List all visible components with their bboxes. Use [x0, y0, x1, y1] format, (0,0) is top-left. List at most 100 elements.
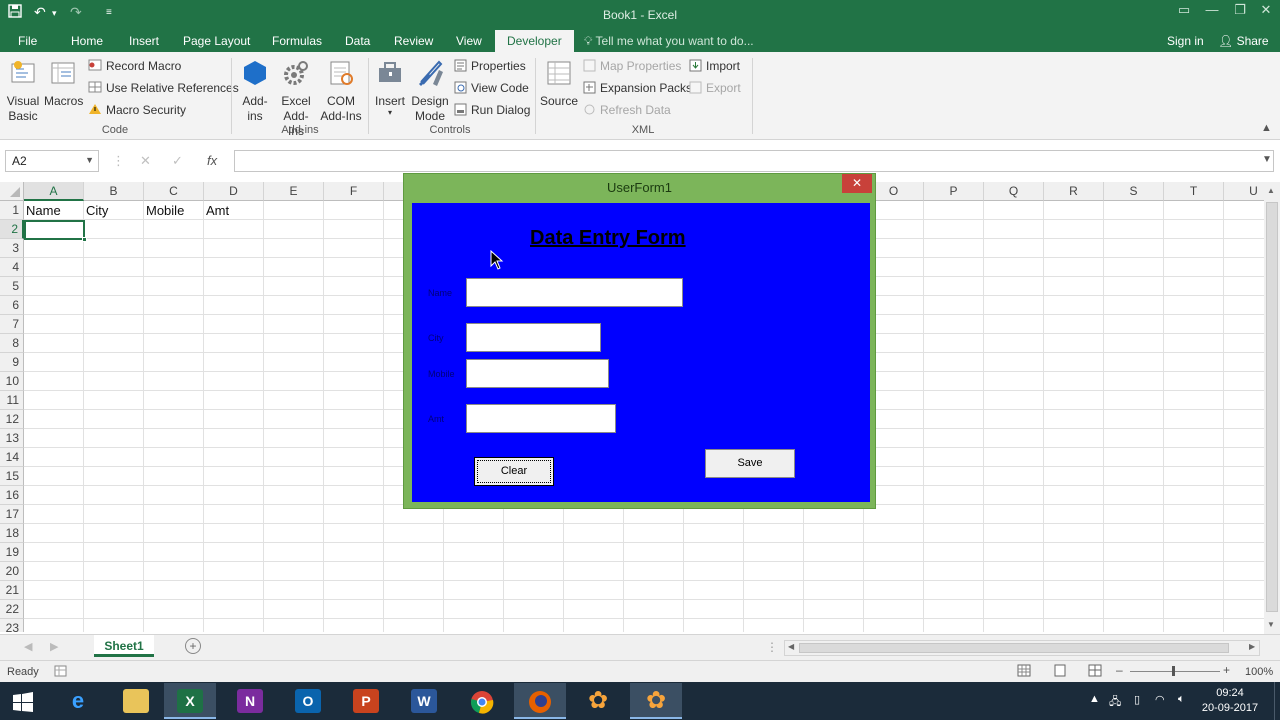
userform-close-button[interactable]: ✕	[842, 174, 872, 193]
column-header-e[interactable]: E	[264, 182, 324, 201]
page-layout-view-icon[interactable]	[1053, 664, 1067, 680]
row-header-17[interactable]: 17	[0, 505, 24, 524]
normal-view-icon[interactable]	[1017, 664, 1031, 680]
column-header-q[interactable]: Q	[984, 182, 1044, 201]
minimize-icon[interactable]: —	[1198, 2, 1226, 17]
column-header-f[interactable]: F	[324, 182, 384, 201]
tab-file[interactable]: File	[18, 34, 37, 48]
name-textbox[interactable]	[466, 278, 683, 307]
save-button[interactable]: Save	[705, 449, 795, 478]
tab-insert[interactable]: Insert	[129, 34, 159, 48]
ribbon-display-options-icon[interactable]: ▭	[1170, 2, 1198, 18]
page-break-preview-icon[interactable]	[1088, 664, 1102, 680]
userform-window[interactable]: UserForm1 ✕ Data Entry Form Name City Mo…	[403, 173, 876, 509]
column-header-r[interactable]: R	[1044, 182, 1104, 201]
row-header-23[interactable]: 23	[0, 619, 24, 632]
network-icon[interactable]: 🖧︎	[1109, 693, 1121, 712]
tab-view[interactable]: View	[456, 34, 482, 48]
com-add-ins-button[interactable]: COM Add-Ins	[320, 58, 362, 124]
show-hidden-icons-icon[interactable]: ▲	[1089, 693, 1100, 705]
row-header-12[interactable]: 12	[0, 410, 24, 429]
taskbar-app-flower-1[interactable]: ✿	[572, 683, 624, 719]
sheet-tab-sheet1[interactable]: Sheet1	[94, 635, 154, 657]
column-header-t[interactable]: T	[1164, 182, 1224, 201]
sign-in-link[interactable]: Sign in	[1167, 34, 1204, 48]
taskbar-app-flower-2[interactable]: ✿	[630, 683, 682, 719]
taskbar-internet-explorer[interactable]: e	[52, 683, 104, 719]
collapse-ribbon-icon[interactable]: ▲	[1261, 122, 1272, 134]
properties-button[interactable]: Properties	[454, 59, 526, 75]
refresh-data-button[interactable]: Refresh Data	[583, 103, 671, 119]
row-header-9[interactable]: 9	[0, 353, 24, 372]
name-box[interactable]: A2 ▼	[5, 150, 99, 172]
row-header-13[interactable]: 13	[0, 429, 24, 448]
column-header-s[interactable]: S	[1104, 182, 1164, 201]
expansion-packs-button[interactable]: Expansion Packs	[583, 81, 692, 97]
cell-a1[interactable]: Name	[26, 203, 61, 218]
export-button[interactable]: Export	[689, 81, 741, 97]
design-mode-button[interactable]: Design Mode	[410, 58, 450, 124]
insert-control-button[interactable]: Insert ▾	[372, 58, 408, 117]
clear-button[interactable]: Clear	[474, 457, 554, 486]
row-header-15[interactable]: 15	[0, 467, 24, 486]
mobile-textbox[interactable]	[466, 359, 609, 388]
active-cell-a2[interactable]	[24, 220, 85, 240]
row-header-6[interactable]: 6	[0, 296, 24, 315]
tab-review[interactable]: Review	[394, 34, 433, 48]
city-textbox[interactable]	[466, 323, 601, 352]
close-icon[interactable]: ✕	[1252, 2, 1280, 18]
zoom-slider-thumb[interactable]	[1172, 666, 1175, 676]
row-header-18[interactable]: 18	[0, 524, 24, 543]
vertical-scrollbar[interactable]: ▲ ▼	[1264, 182, 1280, 634]
previous-sheet-icon[interactable]: ◀	[24, 640, 32, 653]
column-header-u[interactable]: U	[1224, 182, 1264, 201]
horizontal-scroll-thumb[interactable]	[799, 643, 1229, 653]
taskbar-chrome[interactable]	[456, 683, 508, 719]
row-header-20[interactable]: 20	[0, 562, 24, 581]
taskbar-word[interactable]: W	[398, 683, 450, 719]
row-header-7[interactable]: 7	[0, 315, 24, 334]
row-header-21[interactable]: 21	[0, 581, 24, 600]
scroll-left-icon[interactable]: ◀	[788, 642, 794, 651]
row-header-4[interactable]: 4	[0, 258, 24, 277]
share-button[interactable]: 👤︎ Share	[1218, 34, 1269, 48]
tab-page-layout[interactable]: Page Layout	[183, 34, 250, 48]
taskbar-excel[interactable]: X	[164, 683, 216, 719]
vertical-scroll-thumb[interactable]	[1266, 202, 1278, 612]
insert-function-icon[interactable]: fx	[207, 153, 217, 168]
visual-basic-button[interactable]: Visual Basic	[4, 58, 42, 124]
select-all-corner[interactable]	[0, 182, 24, 201]
zoom-slider[interactable]	[1130, 671, 1220, 672]
zoom-level[interactable]: 100%	[1245, 666, 1273, 678]
maximize-icon[interactable]: ❐	[1226, 2, 1254, 18]
more-options-icon[interactable]: ⋮	[112, 153, 125, 169]
view-code-button[interactable]: View Code	[454, 81, 529, 97]
row-header-10[interactable]: 10	[0, 372, 24, 391]
column-header-a[interactable]: A	[24, 182, 84, 201]
formula-input[interactable]	[234, 150, 1274, 172]
row-header-16[interactable]: 16	[0, 486, 24, 505]
tab-split-handle[interactable]: ⋮	[766, 640, 778, 654]
fill-handle[interactable]	[82, 237, 87, 242]
run-dialog-button[interactable]: Run Dialog	[454, 103, 530, 119]
tab-formulas[interactable]: Formulas	[272, 34, 322, 48]
amt-textbox[interactable]	[466, 404, 616, 433]
tab-data[interactable]: Data	[345, 34, 370, 48]
taskbar-firefox[interactable]	[514, 683, 566, 719]
taskbar-outlook[interactable]: O	[282, 683, 334, 719]
windows-start-button[interactable]	[0, 683, 52, 719]
scroll-down-icon[interactable]: ▼	[1267, 620, 1275, 629]
column-header-b[interactable]: B	[84, 182, 144, 201]
row-header-8[interactable]: 8	[0, 334, 24, 353]
cell-b1[interactable]: City	[86, 203, 108, 218]
row-header-1[interactable]: 1	[0, 201, 24, 220]
row-header-2[interactable]: 2	[0, 220, 24, 239]
column-header-c[interactable]: C	[144, 182, 204, 201]
source-button[interactable]: Source	[540, 58, 578, 109]
cell-d1[interactable]: Amt	[206, 203, 229, 218]
expand-formula-bar-icon[interactable]: ▼	[1262, 154, 1272, 165]
taskbar-onenote[interactable]: N	[224, 683, 276, 719]
column-header-p[interactable]: P	[924, 182, 984, 201]
row-header-11[interactable]: 11	[0, 391, 24, 410]
cell-c1[interactable]: Mobile	[146, 203, 184, 218]
